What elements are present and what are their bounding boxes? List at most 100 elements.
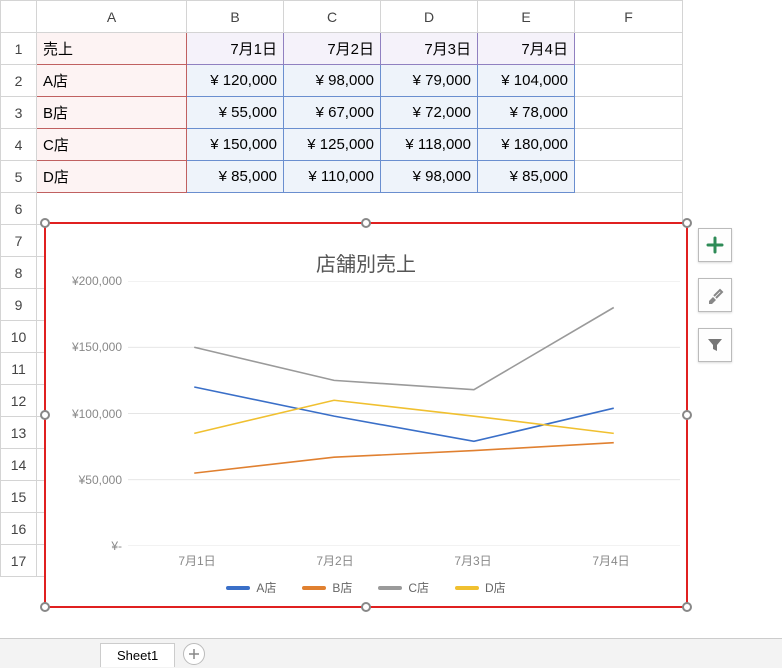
funnel-icon bbox=[706, 336, 724, 354]
x-tick-0: 7月1日 bbox=[128, 552, 266, 569]
cell-E1[interactable]: 7月4日 bbox=[478, 33, 575, 65]
col-header-B[interactable]: B bbox=[187, 1, 284, 33]
x-tick-1: 7月2日 bbox=[266, 552, 404, 569]
resize-handle-tl[interactable] bbox=[40, 218, 50, 228]
y-axis: ¥200,000 ¥150,000 ¥100,000 ¥50,000 ¥- bbox=[52, 281, 128, 546]
x-tick-2: 7月3日 bbox=[404, 552, 542, 569]
cell-D4[interactable]: ¥ 118,000 bbox=[381, 129, 478, 161]
cell-C2[interactable]: ¥ 98,000 bbox=[284, 65, 381, 97]
chart-elements-button[interactable] bbox=[698, 228, 732, 262]
new-sheet-button[interactable] bbox=[183, 643, 205, 665]
plus-icon bbox=[188, 648, 200, 660]
row-header-11[interactable]: 11 bbox=[1, 353, 37, 385]
row-header-15[interactable]: 15 bbox=[1, 481, 37, 513]
embedded-chart[interactable]: 店舗別売上 ¥200,000 ¥150,000 ¥100,000 ¥50,000… bbox=[44, 222, 688, 608]
col-header-E[interactable]: E bbox=[478, 1, 575, 33]
row-header-6[interactable]: 6 bbox=[1, 193, 37, 225]
sheet-tab-bar[interactable]: Sheet1 bbox=[0, 638, 782, 668]
y-tick-50k: ¥50,000 bbox=[79, 473, 122, 487]
col-header-F[interactable]: F bbox=[575, 1, 683, 33]
cell-A3[interactable]: B店 bbox=[37, 97, 187, 129]
legend-label-2: C店 bbox=[408, 579, 429, 596]
legend-item-0[interactable]: A店 bbox=[226, 579, 276, 596]
cell-B2[interactable]: ¥ 120,000 bbox=[187, 65, 284, 97]
cell-D5[interactable]: ¥ 98,000 bbox=[381, 161, 478, 193]
legend-swatch-1 bbox=[302, 586, 326, 590]
cell-E2[interactable]: ¥ 104,000 bbox=[478, 65, 575, 97]
row-header-7[interactable]: 7 bbox=[1, 225, 37, 257]
cell-B1[interactable]: 7月1日 bbox=[187, 33, 284, 65]
cell-C5[interactable]: ¥ 110,000 bbox=[284, 161, 381, 193]
plus-icon bbox=[706, 236, 724, 254]
cell-B5[interactable]: ¥ 85,000 bbox=[187, 161, 284, 193]
legend[interactable]: A店 B店 C店 D店 bbox=[52, 571, 680, 600]
col-header-C[interactable]: C bbox=[284, 1, 381, 33]
legend-swatch-0 bbox=[226, 586, 250, 590]
legend-label-3: D店 bbox=[485, 579, 506, 596]
resize-handle-br[interactable] bbox=[682, 602, 692, 612]
legend-label-1: B店 bbox=[332, 579, 352, 596]
legend-swatch-2 bbox=[378, 586, 402, 590]
row-header-13[interactable]: 13 bbox=[1, 417, 37, 449]
x-tick-3: 7月4日 bbox=[542, 552, 680, 569]
row-header-12[interactable]: 12 bbox=[1, 385, 37, 417]
row-header-1[interactable]: 1 bbox=[1, 33, 37, 65]
col-header-A[interactable]: A bbox=[37, 1, 187, 33]
cell-E4[interactable]: ¥ 180,000 bbox=[478, 129, 575, 161]
y-tick-150k: ¥150,000 bbox=[72, 340, 122, 354]
col-header-D[interactable]: D bbox=[381, 1, 478, 33]
row-6-cells[interactable] bbox=[37, 193, 683, 225]
cell-A4[interactable]: C店 bbox=[37, 129, 187, 161]
legend-item-1[interactable]: B店 bbox=[302, 579, 352, 596]
cell-E5[interactable]: ¥ 85,000 bbox=[478, 161, 575, 193]
legend-item-2[interactable]: C店 bbox=[378, 579, 429, 596]
chart-filter-button[interactable] bbox=[698, 328, 732, 362]
y-tick-200k: ¥200,000 bbox=[72, 274, 122, 288]
row-header-14[interactable]: 14 bbox=[1, 449, 37, 481]
cell-B3[interactable]: ¥ 55,000 bbox=[187, 97, 284, 129]
cell-C4[interactable]: ¥ 125,000 bbox=[284, 129, 381, 161]
sheet-tab-active[interactable]: Sheet1 bbox=[100, 643, 175, 667]
row-header-4[interactable]: 4 bbox=[1, 129, 37, 161]
legend-label-0: A店 bbox=[256, 579, 276, 596]
cell-F1[interactable] bbox=[575, 33, 683, 65]
x-axis: 7月1日 7月2日 7月3日 7月4日 bbox=[52, 546, 680, 571]
cell-F3[interactable] bbox=[575, 97, 683, 129]
select-all-corner[interactable] bbox=[1, 1, 37, 33]
resize-handle-tm[interactable] bbox=[361, 218, 371, 228]
cell-E3[interactable]: ¥ 78,000 bbox=[478, 97, 575, 129]
row-header-3[interactable]: 3 bbox=[1, 97, 37, 129]
legend-swatch-3 bbox=[455, 586, 479, 590]
resize-handle-mr[interactable] bbox=[682, 410, 692, 420]
cell-C3[interactable]: ¥ 67,000 bbox=[284, 97, 381, 129]
resize-handle-bl[interactable] bbox=[40, 602, 50, 612]
chart-title[interactable]: 店舗別売上 bbox=[52, 230, 680, 281]
cell-A5[interactable]: D店 bbox=[37, 161, 187, 193]
cell-D1[interactable]: 7月3日 bbox=[381, 33, 478, 65]
cell-F2[interactable] bbox=[575, 65, 683, 97]
row-header-10[interactable]: 10 bbox=[1, 321, 37, 353]
cell-B4[interactable]: ¥ 150,000 bbox=[187, 129, 284, 161]
cell-F5[interactable] bbox=[575, 161, 683, 193]
row-header-16[interactable]: 16 bbox=[1, 513, 37, 545]
brush-icon bbox=[706, 286, 724, 304]
legend-item-3[interactable]: D店 bbox=[455, 579, 506, 596]
row-header-9[interactable]: 9 bbox=[1, 289, 37, 321]
y-tick-0: ¥- bbox=[111, 539, 122, 553]
y-tick-100k: ¥100,000 bbox=[72, 407, 122, 421]
cell-F4[interactable] bbox=[575, 129, 683, 161]
cell-A1[interactable]: 売上 bbox=[37, 33, 187, 65]
row-header-5[interactable]: 5 bbox=[1, 161, 37, 193]
cell-A2[interactable]: A店 bbox=[37, 65, 187, 97]
cell-C1[interactable]: 7月2日 bbox=[284, 33, 381, 65]
resize-handle-bm[interactable] bbox=[361, 602, 371, 612]
cell-D3[interactable]: ¥ 72,000 bbox=[381, 97, 478, 129]
chart-styles-button[interactable] bbox=[698, 278, 732, 312]
row-header-17[interactable]: 17 bbox=[1, 545, 37, 577]
plot-area[interactable] bbox=[128, 281, 680, 546]
resize-handle-tr[interactable] bbox=[682, 218, 692, 228]
row-header-8[interactable]: 8 bbox=[1, 257, 37, 289]
cell-D2[interactable]: ¥ 79,000 bbox=[381, 65, 478, 97]
resize-handle-ml[interactable] bbox=[40, 410, 50, 420]
row-header-2[interactable]: 2 bbox=[1, 65, 37, 97]
